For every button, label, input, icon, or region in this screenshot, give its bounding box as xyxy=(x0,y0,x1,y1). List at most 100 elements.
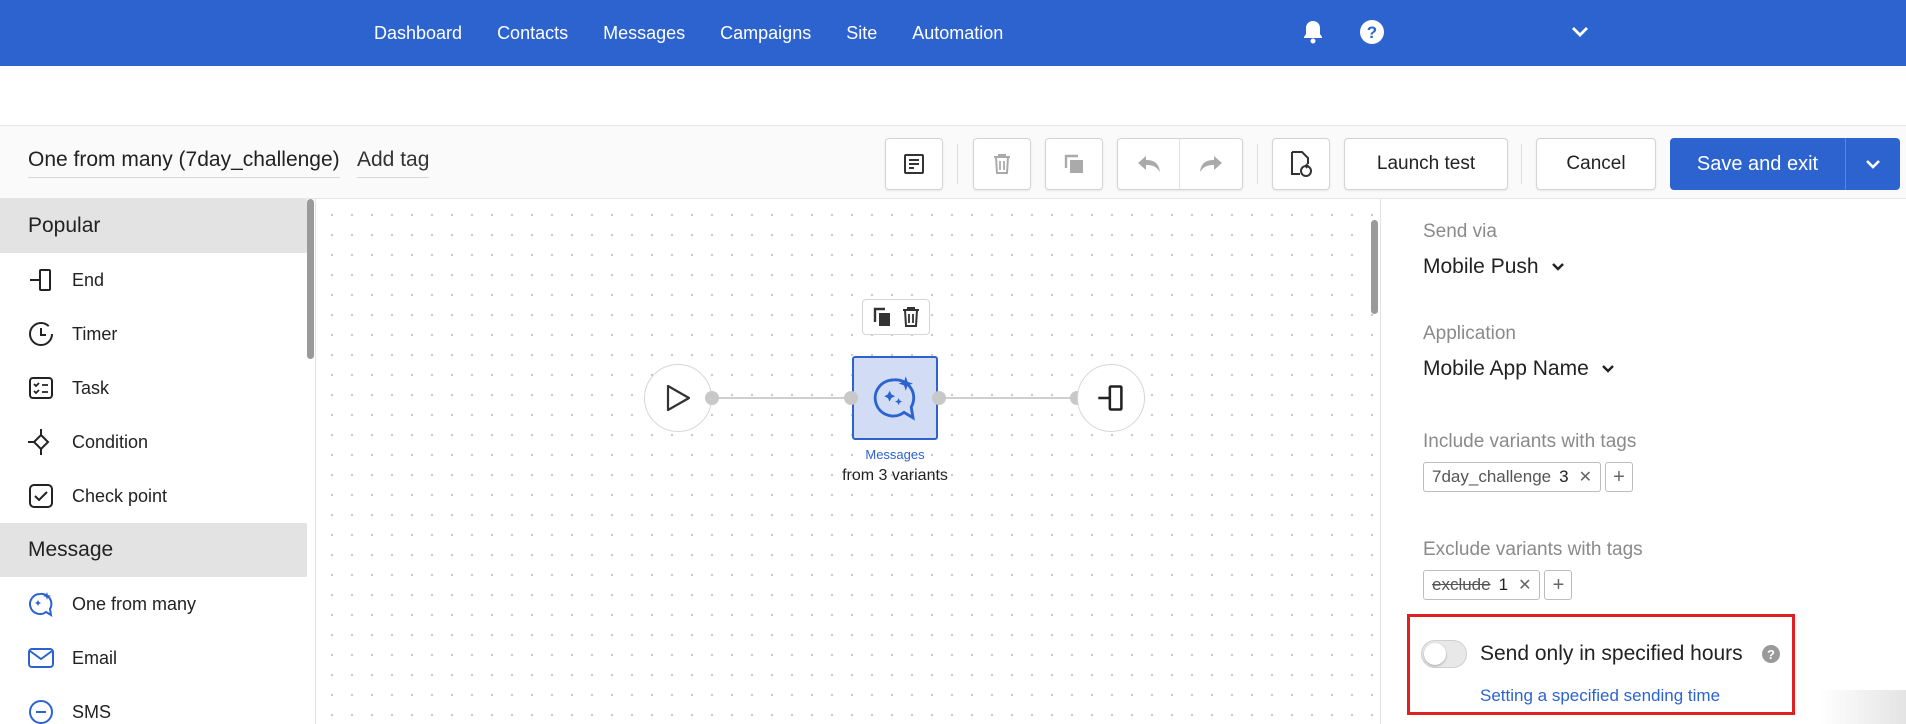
palette-item-sms[interactable]: SMS xyxy=(0,685,307,724)
tag-count: 1 xyxy=(1498,575,1509,594)
connector-message-to-end xyxy=(938,397,1076,399)
exclude-tags: exclude 1 ✕ + xyxy=(1423,570,1573,600)
remove-tag-icon[interactable]: ✕ xyxy=(1518,575,1531,595)
account-chevron-down-icon[interactable] xyxy=(1565,17,1595,47)
test-history-button[interactable] xyxy=(1272,138,1330,190)
sms-icon xyxy=(26,697,56,724)
palette-section-popular[interactable]: Popular xyxy=(0,199,307,253)
exclude-tag-chip: exclude 1 ✕ xyxy=(1423,570,1541,600)
include-tags-label: Include variants with tags xyxy=(1423,431,1637,452)
messages-node-subtitle: from 3 variants xyxy=(842,467,948,484)
palette-item-end[interactable]: End xyxy=(0,253,307,307)
messages-node-input-port[interactable] xyxy=(844,391,858,405)
delete-button[interactable] xyxy=(973,138,1031,190)
nav-messages[interactable]: Messages xyxy=(603,23,685,44)
start-node[interactable] xyxy=(644,364,712,432)
nav-dashboard[interactable]: Dashboard xyxy=(374,23,462,44)
nav-contacts[interactable]: Contacts xyxy=(497,23,568,44)
send-via-select[interactable]: Mobile Push xyxy=(1423,255,1565,279)
messages-node-output-port[interactable] xyxy=(932,391,946,405)
remove-tag-icon[interactable]: ✕ xyxy=(1579,467,1592,487)
canvas-scrollbar[interactable] xyxy=(1371,220,1378,314)
palette-item-email[interactable]: Email xyxy=(0,631,307,685)
messages-node-type: Messages xyxy=(865,447,925,462)
trash-icon xyxy=(902,307,919,327)
start-node-output-port[interactable] xyxy=(705,391,719,405)
toolbar-separator xyxy=(1521,144,1522,184)
palette-item-label: SMS xyxy=(72,701,112,722)
chevron-down-icon xyxy=(1551,262,1565,272)
notes-button[interactable] xyxy=(885,138,943,190)
palette-item-timer[interactable]: Timer xyxy=(0,307,307,361)
help-icon[interactable]: ? xyxy=(1357,17,1387,47)
save-options-button[interactable] xyxy=(1846,138,1900,190)
duplicate-button[interactable] xyxy=(1045,138,1103,190)
palette-item-one-from-many[interactable]: One from many xyxy=(0,577,307,631)
toolbar-separator xyxy=(957,144,958,184)
include-tag-chip: 7day_challenge 3 ✕ xyxy=(1423,462,1601,492)
redo-icon xyxy=(1200,156,1222,172)
end-icon xyxy=(1098,385,1123,411)
copy-icon xyxy=(873,307,890,326)
editor-toolbar: One from many (7day_challenge) Add tag L… xyxy=(0,125,1906,199)
palette-item-label: Check point xyxy=(72,485,168,506)
sending-time-link[interactable]: Setting a specified sending time xyxy=(1480,686,1720,706)
tag-count: 3 xyxy=(1559,467,1569,486)
undo-redo-group xyxy=(1117,138,1243,190)
node-copy-button[interactable] xyxy=(871,306,893,328)
document-refresh-icon xyxy=(1291,151,1312,177)
trash-icon xyxy=(994,154,1010,174)
application-select[interactable]: Mobile App Name xyxy=(1423,357,1615,381)
application-value: Mobile App Name xyxy=(1423,357,1589,380)
flow-title[interactable]: One from many (7day_challenge) xyxy=(28,148,340,178)
check-point-icon xyxy=(26,481,56,511)
application-label: Application xyxy=(1423,323,1516,344)
palette-section-message[interactable]: Message xyxy=(0,523,307,577)
add-include-tag-button[interactable]: + xyxy=(1604,462,1633,492)
palette-scrollbar[interactable] xyxy=(307,199,314,359)
email-icon xyxy=(26,643,56,673)
palette-item-label: Condition xyxy=(72,431,149,452)
condition-icon xyxy=(26,427,56,457)
nav-automation[interactable]: Automation xyxy=(912,23,1003,44)
play-icon xyxy=(666,384,691,412)
chevron-down-icon xyxy=(1601,364,1615,374)
palette-item-condition[interactable]: Condition xyxy=(0,415,307,469)
node-delete-button[interactable] xyxy=(900,305,922,329)
svg-text:?: ? xyxy=(1367,23,1377,42)
send-via-label: Send via xyxy=(1423,221,1497,242)
palette-item-task[interactable]: Task xyxy=(0,361,307,415)
undo-button[interactable] xyxy=(1118,139,1180,189)
palette-item-label: Timer xyxy=(72,323,118,344)
note-icon xyxy=(904,154,924,174)
add-exclude-tag-button[interactable]: + xyxy=(1544,570,1573,600)
one-from-many-icon xyxy=(26,589,56,619)
end-node[interactable] xyxy=(1077,364,1145,432)
launch-test-button[interactable]: Launch test xyxy=(1344,138,1508,190)
redo-button[interactable] xyxy=(1180,139,1242,189)
add-tag-button[interactable]: Add tag xyxy=(357,148,430,178)
palette-item-label: Email xyxy=(72,647,118,668)
palette-item-check-point[interactable]: Check point xyxy=(0,469,307,523)
nav-site[interactable]: Site xyxy=(846,23,877,44)
copy-icon xyxy=(1064,154,1083,173)
cancel-button[interactable]: Cancel xyxy=(1536,138,1656,190)
top-nav-bar: Dashboard Contacts Messages Campaigns Si… xyxy=(0,0,1906,66)
node-actions-toolbar xyxy=(862,299,930,335)
corner-fade xyxy=(1820,690,1906,724)
undo-icon xyxy=(1137,156,1160,172)
connector-start-to-message xyxy=(712,397,852,399)
send-hours-toggle[interactable] xyxy=(1421,640,1467,668)
nav-campaigns[interactable]: Campaigns xyxy=(720,23,811,44)
send-via-value: Mobile Push xyxy=(1423,255,1539,278)
timer-icon xyxy=(26,319,56,349)
palette-item-label: One from many xyxy=(72,593,197,614)
one-from-many-icon xyxy=(873,376,916,421)
bell-icon[interactable] xyxy=(1298,17,1328,47)
save-and-exit-button[interactable]: Save and exit xyxy=(1670,138,1846,190)
palette-item-label: Task xyxy=(72,377,110,398)
tag-name: exclude xyxy=(1432,575,1491,594)
help-icon[interactable]: ? xyxy=(1762,645,1780,663)
save-and-exit-split-button: Save and exit xyxy=(1670,138,1900,190)
messages-node[interactable] xyxy=(852,356,938,440)
